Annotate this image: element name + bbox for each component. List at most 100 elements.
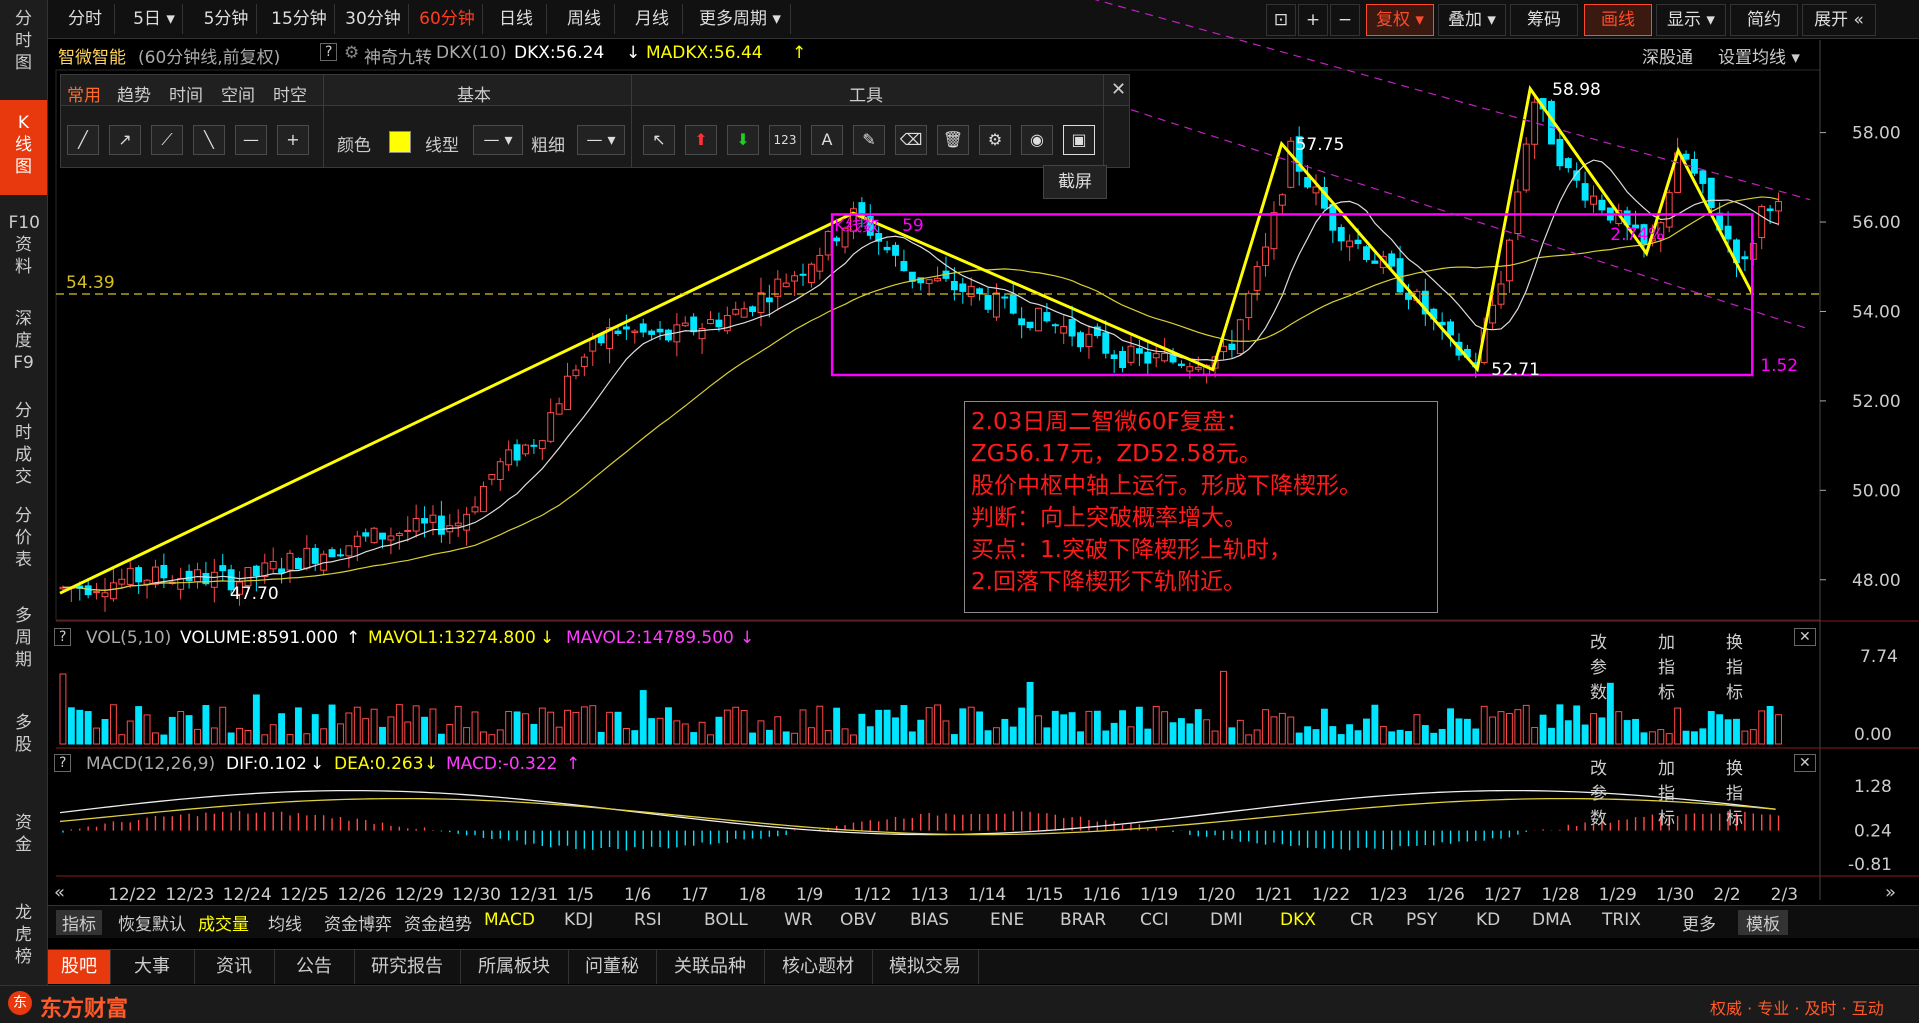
tab-space[interactable]: 空间	[221, 81, 255, 106]
indicator-tab[interactable]: CCI	[1140, 910, 1169, 930]
indicator-tab[interactable]: CR	[1350, 910, 1374, 930]
candle-body	[488, 474, 496, 480]
indicator-tab[interactable]: 更多	[1682, 910, 1716, 935]
indicator-tab[interactable]: BRAR	[1060, 910, 1106, 930]
edit-params-link[interactable]: 改参数	[1590, 628, 1607, 703]
add-indicator-link[interactable]: 加指标	[1658, 754, 1675, 829]
indicator-tab[interactable]: 均线	[268, 910, 302, 935]
indicator-tab[interactable]: 恢复默认	[118, 910, 186, 935]
line-type-select[interactable]: — ▾	[473, 125, 523, 155]
close-icon[interactable]: ✕	[1111, 79, 1126, 100]
indicator-tab[interactable]: TRIX	[1602, 910, 1641, 930]
add-indicator-link[interactable]: 加指标	[1658, 628, 1675, 703]
eye-icon[interactable]: ◉	[1021, 125, 1053, 155]
price-tick-label: 58.00	[1852, 124, 1901, 144]
indicator-tab[interactable]: 资金博弈	[324, 910, 392, 935]
line-icon[interactable]: ⟋	[151, 125, 183, 155]
candle-body	[1245, 293, 1253, 319]
info-tab[interactable]: 模拟交易	[872, 950, 979, 984]
pointer-icon[interactable]: ↖	[643, 125, 675, 155]
help-button[interactable]: ?	[54, 628, 72, 646]
candle-body	[1035, 307, 1042, 332]
hline-icon[interactable]: —	[235, 125, 267, 155]
indicator-tab[interactable]: MACD	[484, 910, 535, 930]
info-tab[interactable]: 公告	[274, 950, 355, 984]
volume-bar	[269, 724, 277, 745]
volume-bar	[1480, 705, 1488, 745]
candle-body	[757, 292, 765, 314]
volume-bar	[1497, 711, 1505, 745]
help-button[interactable]: ?	[54, 754, 72, 772]
candle-body	[1177, 363, 1185, 367]
candle-body	[648, 330, 656, 335]
tab-spacetime[interactable]: 时空	[273, 81, 307, 106]
info-tab[interactable]: 研究报告	[354, 950, 461, 984]
indicator-tab[interactable]: WR	[784, 910, 813, 930]
info-tab[interactable]: 大事	[110, 950, 195, 984]
price-tick-label: 48.00	[1852, 571, 1901, 591]
tab-common[interactable]: 常用	[67, 81, 101, 106]
volume-bar	[101, 719, 109, 745]
candle-body	[152, 566, 159, 585]
indicator-tab[interactable]: DKX	[1280, 910, 1316, 930]
settings-icon[interactable]: ⚙	[979, 125, 1011, 155]
line-segment-icon[interactable]: ╱	[67, 125, 99, 155]
volume-bar	[1455, 718, 1463, 745]
candle-body	[1354, 239, 1362, 245]
indicator-tab[interactable]: PSY	[1406, 910, 1437, 930]
indicator-tab[interactable]: 资金趋势	[404, 910, 472, 935]
indicator-tab[interactable]: 成交量	[198, 910, 249, 935]
candle-body	[589, 338, 597, 352]
indicator-tab[interactable]: BOLL	[704, 910, 748, 930]
volume-bar	[76, 709, 84, 745]
volume-bar	[1606, 682, 1614, 745]
volume-bar	[807, 727, 815, 745]
eraser-icon[interactable]: ⌫	[895, 125, 927, 155]
info-tab[interactable]: 资讯	[194, 950, 275, 984]
indicator-tab[interactable]: DMI	[1210, 910, 1243, 930]
candle-body	[833, 237, 841, 242]
indicator-tab[interactable]: DMA	[1532, 910, 1571, 930]
volume-bar	[1548, 727, 1555, 745]
info-tab[interactable]: 所属板块	[460, 950, 569, 984]
tab-trend[interactable]: 趋势	[117, 81, 151, 106]
indicator-tab[interactable]: KD	[1476, 910, 1500, 930]
indicator-tab[interactable]: ENE	[990, 910, 1024, 930]
box-range-label: 1.52	[1760, 356, 1798, 376]
volume-bar	[294, 707, 302, 745]
date-tick-label: 1/16	[1083, 885, 1121, 905]
indicator-tab[interactable]: KDJ	[564, 910, 593, 930]
candle-body	[1278, 194, 1286, 206]
edit-params-link[interactable]: 改参数	[1590, 754, 1607, 829]
ruler-icon[interactable]: ✎	[853, 125, 885, 155]
close-icon[interactable]: ✕	[1794, 754, 1816, 772]
trash-icon[interactable]: 🗑	[937, 125, 969, 155]
date-tick-label: 12/31	[509, 885, 558, 905]
diagonal-icon[interactable]: ╲	[193, 125, 225, 155]
close-icon[interactable]: ✕	[1794, 628, 1816, 646]
cross-icon[interactable]: +	[277, 125, 309, 155]
ray-icon[interactable]: ↗	[109, 125, 141, 155]
indicator-tab[interactable]: 模板	[1738, 910, 1788, 935]
info-tab[interactable]: 核心题材	[764, 950, 873, 984]
color-swatch[interactable]	[389, 131, 411, 153]
info-tab[interactable]: 关联品种	[656, 950, 765, 984]
info-tab[interactable]: 问董秘	[568, 950, 657, 984]
screenshot-icon[interactable]: ▣	[1063, 125, 1095, 155]
change-indicator-link[interactable]: 换指标	[1726, 754, 1743, 829]
indicator-tab[interactable]: OBV	[840, 910, 876, 930]
number-icon[interactable]: 123	[769, 125, 801, 155]
up-arrow-icon[interactable]: ⬆	[685, 125, 717, 155]
indicator-tab[interactable]: BIAS	[910, 910, 949, 930]
volume-bar	[463, 727, 471, 745]
indicator-tab[interactable]: 指标	[56, 910, 102, 935]
tab-time[interactable]: 时间	[169, 81, 203, 106]
thickness-select[interactable]: — ▾	[577, 125, 625, 155]
indicator-tab[interactable]: RSI	[634, 910, 662, 930]
volume-bar	[992, 727, 1000, 745]
text-icon[interactable]: A	[811, 125, 843, 155]
change-indicator-link[interactable]: 换指标	[1726, 628, 1743, 703]
candle-body	[1590, 195, 1597, 205]
down-arrow-icon[interactable]: ⬇	[727, 125, 759, 155]
info-tab[interactable]: 股吧	[48, 950, 111, 984]
